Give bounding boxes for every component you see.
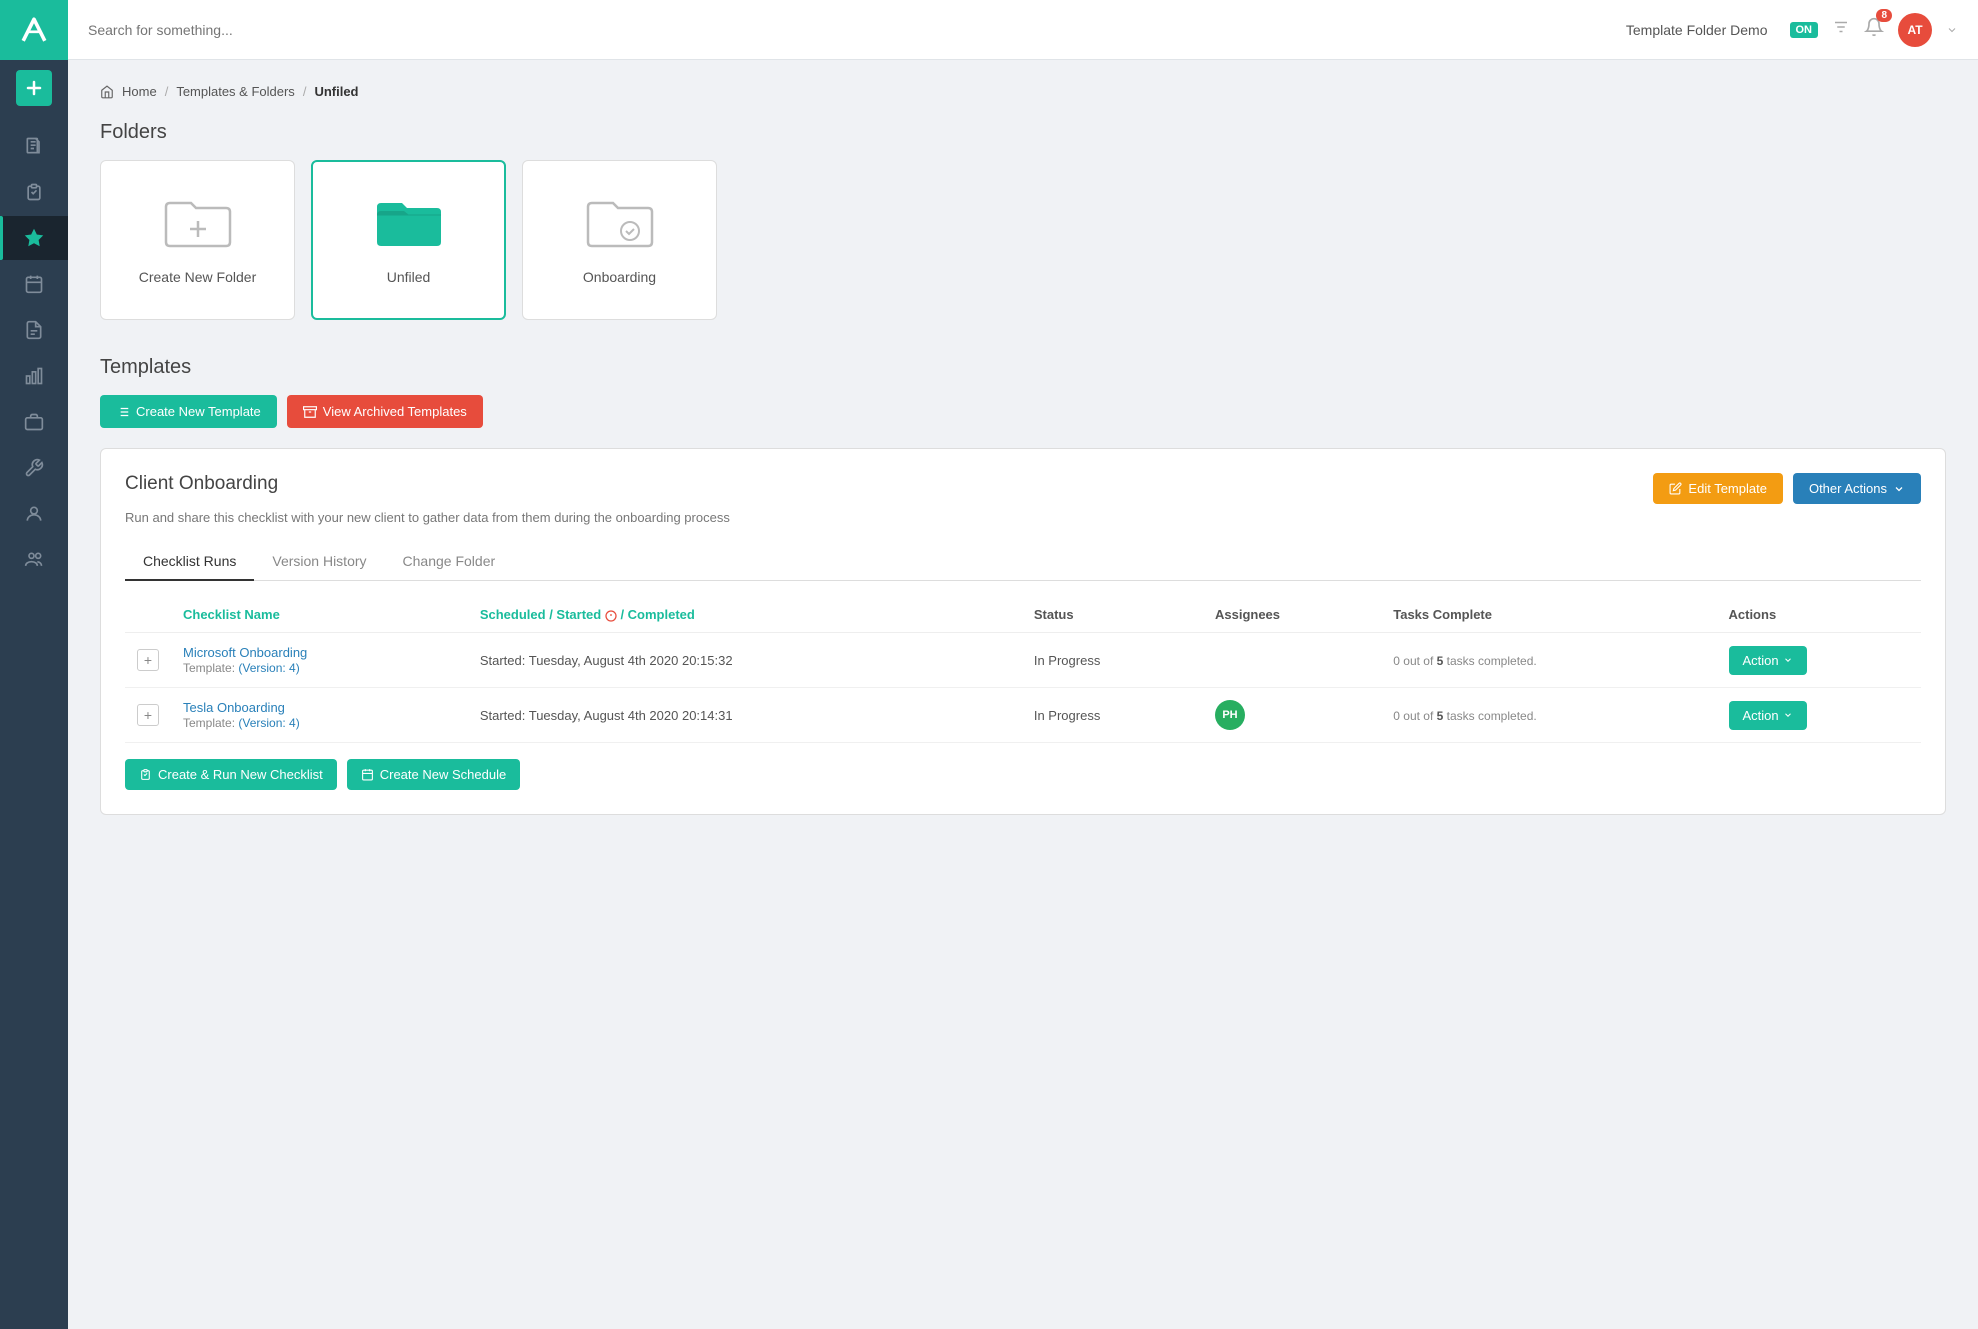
row1-checklist-name[interactable]: Microsoft Onboarding: [183, 645, 307, 660]
notification-badge: 8: [1876, 9, 1892, 22]
template-description: Run and share this checklist with your n…: [125, 510, 1921, 525]
template-card: Client Onboarding Edit Template Other Ac…: [100, 448, 1946, 815]
logo[interactable]: [0, 0, 68, 60]
add-button[interactable]: [16, 70, 52, 106]
warning-icon: [605, 610, 617, 622]
main-wrap: Template Folder Demo ON 8 AT: [68, 0, 1978, 1329]
th-status: Status: [1022, 597, 1203, 633]
topbar: Template Folder Demo ON 8 AT: [68, 0, 1978, 60]
topbar-right: Template Folder Demo ON 8 AT: [1626, 13, 1958, 47]
template-buttons: Edit Template Other Actions: [1653, 473, 1921, 504]
avatar[interactable]: AT: [1898, 13, 1932, 47]
tab-checklist-runs[interactable]: Checklist Runs: [125, 543, 254, 581]
edit-template-button[interactable]: Edit Template: [1653, 473, 1783, 504]
sidebar-item-documents[interactable]: [0, 124, 68, 168]
app-title: Template Folder Demo: [1626, 22, 1768, 38]
row1-action-chevron: [1783, 655, 1793, 665]
breadcrumb-templates[interactable]: Templates & Folders: [176, 84, 295, 99]
schedule-icon: [361, 768, 374, 781]
avatar-dropdown-icon[interactable]: [1946, 24, 1958, 36]
template-tabs: Checklist Runs Version History Change Fo…: [125, 543, 1921, 581]
table-row: + Tesla Onboarding Template: (Version: 4…: [125, 688, 1921, 743]
archive-icon: [303, 405, 317, 419]
sidebar: [0, 0, 68, 1329]
sidebar-item-team[interactable]: [0, 538, 68, 582]
table-row: + Microsoft Onboarding Template: (Versio…: [125, 633, 1921, 688]
notification-icon[interactable]: 8: [1864, 17, 1884, 42]
th-assignees: Assignees: [1203, 597, 1381, 633]
filter-icon[interactable]: [1832, 18, 1850, 41]
onboarding-folder-icon: [585, 195, 655, 255]
row2-assignees: PH: [1203, 688, 1381, 743]
row1-assignees: [1203, 633, 1381, 688]
th-tasks: Tasks Complete: [1381, 597, 1716, 633]
sidebar-item-briefcase[interactable]: [0, 400, 68, 444]
unfiled-folder-icon: [374, 195, 444, 255]
list-icon: [116, 405, 130, 419]
create-folder-icon: [163, 195, 233, 255]
view-archived-button[interactable]: View Archived Templates: [287, 395, 483, 428]
assignee-avatar: PH: [1215, 700, 1245, 730]
th-scheduled: Scheduled / Started / Completed: [468, 597, 1022, 633]
folder-card-create[interactable]: Create New Folder: [100, 160, 295, 320]
sidebar-item-favorites[interactable]: [0, 216, 68, 260]
folders-title: Folders: [100, 121, 1946, 144]
breadcrumb: Home / Templates & Folders / Unfiled: [100, 84, 1946, 99]
th-actions: Actions: [1717, 597, 1922, 633]
other-actions-button[interactable]: Other Actions: [1793, 473, 1921, 504]
sidebar-item-settings[interactable]: [0, 446, 68, 490]
folder-unfiled-label: Unfiled: [387, 269, 431, 285]
page-content: Home / Templates & Folders / Unfiled Fol…: [68, 60, 1978, 1329]
breadcrumb-current: Unfiled: [314, 84, 358, 99]
chevron-down-icon: [1893, 483, 1905, 495]
row1-tasks: 0 out of 5 tasks completed.: [1393, 654, 1536, 668]
sidebar-item-charts[interactable]: [0, 354, 68, 398]
row1-action-button[interactable]: Action: [1729, 646, 1807, 675]
row2-action-chevron: [1783, 710, 1793, 720]
th-scheduled-label: Scheduled / Started / Completed: [480, 607, 695, 622]
row1-expand-button[interactable]: +: [137, 649, 159, 671]
tab-change-folder[interactable]: Change Folder: [385, 543, 514, 581]
row1-status: In Progress: [1022, 633, 1203, 688]
tab-version-history[interactable]: Version History: [254, 543, 384, 581]
template-title: Client Onboarding: [125, 473, 278, 495]
row1-version: Template: (Version: 4): [183, 661, 300, 675]
th-expand: [125, 597, 171, 633]
folders-row: Create New Folder Unfiled: [100, 160, 1946, 320]
th-checklist-name: Checklist Name: [171, 597, 468, 633]
template-card-header: Client Onboarding Edit Template Other Ac…: [125, 473, 1921, 504]
breadcrumb-home[interactable]: Home: [122, 84, 157, 99]
row2-status: In Progress: [1022, 688, 1203, 743]
checklist-table: Checklist Name Scheduled / Started / Com…: [125, 597, 1921, 743]
row2-expand-button[interactable]: +: [137, 704, 159, 726]
folder-create-label: Create New Folder: [139, 269, 257, 285]
home-icon: [100, 85, 114, 99]
pencil-icon: [1669, 482, 1682, 495]
search-input[interactable]: [88, 22, 1626, 38]
sidebar-item-calendar[interactable]: [0, 262, 68, 306]
row2-action-button[interactable]: Action: [1729, 701, 1807, 730]
templates-actions: Create New Template View Archived Templa…: [100, 395, 1946, 428]
folder-onboarding-label: Onboarding: [583, 269, 656, 285]
sidebar-item-person[interactable]: [0, 492, 68, 536]
create-template-button[interactable]: Create New Template: [100, 395, 277, 428]
row1-started: Started: Tuesday, August 4th 2020 20:15:…: [468, 633, 1022, 688]
folder-card-unfiled[interactable]: Unfiled: [311, 160, 506, 320]
sidebar-item-checklists[interactable]: [0, 170, 68, 214]
badge-on: ON: [1790, 22, 1819, 38]
row2-tasks: 0 out of 5 tasks completed.: [1393, 709, 1536, 723]
create-schedule-button[interactable]: Create New Schedule: [347, 759, 520, 790]
row2-checklist-name[interactable]: Tesla Onboarding: [183, 700, 285, 715]
sidebar-item-reports[interactable]: [0, 308, 68, 352]
checklist-run-icon: [139, 768, 152, 781]
row2-started: Started: Tuesday, August 4th 2020 20:14:…: [468, 688, 1022, 743]
create-run-button[interactable]: Create & Run New Checklist: [125, 759, 337, 790]
folder-card-onboarding[interactable]: Onboarding: [522, 160, 717, 320]
row2-version: Template: (Version: 4): [183, 716, 300, 730]
card-bottom-actions: Create & Run New Checklist Create New Sc…: [125, 759, 1921, 790]
templates-title: Templates: [100, 356, 1946, 379]
